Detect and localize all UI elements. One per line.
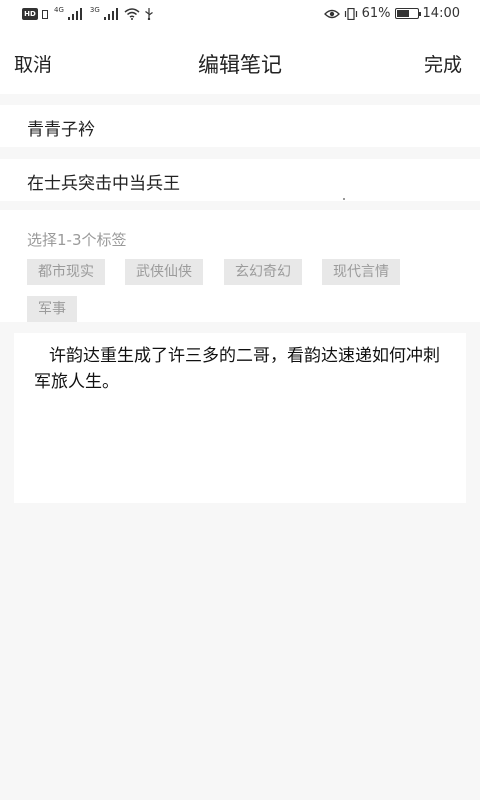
sim-icon xyxy=(42,9,48,19)
battery-icon xyxy=(394,8,421,19)
note-content-text: 许韵达重生成了许三多的二哥，看韵达速递如何冲刺军旅人生。 xyxy=(34,346,440,392)
app-header: 取消 编辑笔记 完成 xyxy=(0,30,480,94)
battery-percent: 61% xyxy=(361,6,391,21)
author-field[interactable]: 青青子衿 xyxy=(0,105,480,147)
status-left: HD 4G 3G xyxy=(22,6,154,20)
net-4g-label: 4G xyxy=(54,6,64,14)
battery-level-fill xyxy=(396,10,409,17)
signal-icon xyxy=(103,8,118,20)
tag-chip[interactable]: 现代言情 xyxy=(322,259,400,285)
hd-icon: HD xyxy=(22,8,38,20)
done-button[interactable]: 完成 xyxy=(424,50,462,77)
book-title-field[interactable]: 在士兵突击中当兵王 xyxy=(0,159,480,201)
book-title-field-value: 在士兵突击中当兵王 xyxy=(27,174,180,194)
status-bar: HD 4G 3G 61% 14:00 xyxy=(0,0,480,30)
net-3g-label: 3G xyxy=(89,6,100,14)
author-field-value: 青青子衿 xyxy=(27,120,95,140)
tag-hint: 选择1-3个标签 xyxy=(27,231,127,249)
eye-icon xyxy=(323,9,340,18)
clock: 14:00 xyxy=(422,6,460,21)
status-right: 61% 14:00 xyxy=(323,6,460,21)
tag-chip[interactable]: 武侠仙侠 xyxy=(125,259,203,285)
tag-selector: 选择1-3个标签 都市现实 武侠仙侠 玄幻奇幻 现代言情 军事 xyxy=(0,210,480,322)
page-title: 编辑笔记 xyxy=(198,53,282,77)
tag-chip[interactable]: 玄幻奇幻 xyxy=(224,259,302,285)
text-caret xyxy=(343,198,345,200)
tag-chip[interactable]: 都市现实 xyxy=(27,259,105,285)
vibrate-icon xyxy=(344,7,357,20)
note-content-textarea[interactable]: 许韵达重生成了许三多的二哥，看韵达速递如何冲刺军旅人生。 xyxy=(14,333,466,503)
tag-chip[interactable]: 军事 xyxy=(27,296,77,322)
usb-icon xyxy=(144,8,153,20)
wifi-icon xyxy=(124,8,140,20)
signal-icon xyxy=(67,8,82,20)
